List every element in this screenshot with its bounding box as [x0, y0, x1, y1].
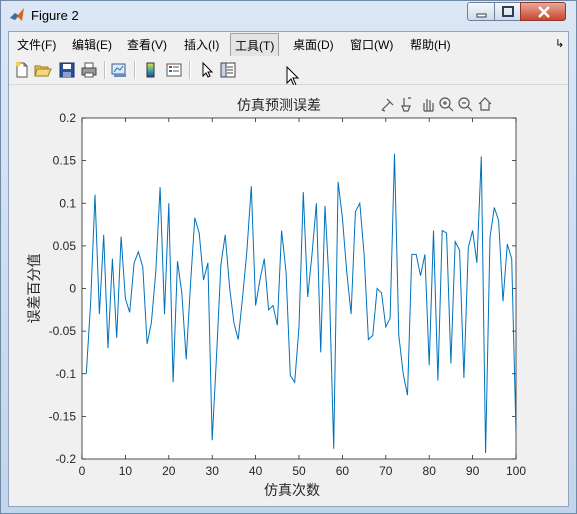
open-file-icon[interactable]	[34, 61, 52, 79]
y-tick-label: -0.05	[49, 324, 77, 338]
x-tick-label: 80	[423, 464, 437, 478]
toolbar-separator	[189, 61, 191, 79]
edit-plot-arrow-icon[interactable]	[198, 61, 216, 79]
menu-desktop[interactable]: 桌面(D)	[291, 36, 336, 53]
x-tick-label: 50	[292, 464, 306, 478]
x-tick-label: 10	[119, 464, 133, 478]
minimize-button[interactable]	[467, 2, 495, 21]
menu-help[interactable]: 帮助(H)	[408, 36, 453, 53]
minimize-icon	[476, 13, 487, 18]
x-tick-label: 60	[336, 464, 350, 478]
figure-client-area: 文件(F) 编辑(E) 查看(V) 插入(I) 工具(T) 桌面(D) 窗口(W…	[8, 31, 569, 507]
x-tick-label: 30	[206, 464, 220, 478]
close-icon	[538, 6, 550, 18]
zoom-out-icon[interactable]	[458, 97, 473, 112]
menu-edit[interactable]: 编辑(E)	[70, 36, 114, 53]
y-tick-label: 0.05	[53, 239, 77, 253]
new-figure-icon[interactable]	[13, 61, 31, 79]
brush-icon[interactable]	[381, 98, 394, 112]
x-tick-label: 20	[162, 464, 176, 478]
title-bar[interactable]: Figure 2	[1, 1, 576, 31]
save-icon[interactable]	[58, 61, 76, 79]
property-inspector-icon[interactable]	[219, 61, 237, 79]
link-plot-icon[interactable]	[110, 61, 128, 79]
x-tick-label: 90	[466, 464, 480, 478]
y-tick-label: 0	[69, 282, 76, 296]
x-axis-label: 仿真次数	[264, 483, 320, 499]
data-cursor-icon[interactable]	[401, 97, 411, 112]
print-icon[interactable]	[80, 61, 98, 79]
y-tick-label: 0.1	[59, 196, 76, 210]
y-tick-label: 0.15	[53, 154, 77, 168]
menu-tools[interactable]: 工具(T)	[230, 33, 280, 58]
menu-file[interactable]: 文件(F)	[15, 36, 58, 53]
y-tick-label: -0.15	[49, 409, 77, 423]
pan-icon[interactable]	[423, 99, 434, 112]
figure-window: Figure 2 文件(F) 编辑(E) 查看(V) 插入(I) 工具(T) 桌…	[0, 0, 577, 514]
x-tick-label: 40	[249, 464, 263, 478]
toolbar-separator	[104, 61, 106, 79]
axes-box[interactable]	[81, 117, 517, 460]
menu-window[interactable]: 窗口(W)	[348, 36, 395, 53]
window-title: Figure 2	[31, 8, 79, 23]
menu-insert[interactable]: 插入(I)	[182, 36, 221, 53]
figure-canvas: 0 10 20 30 40 50 60 70 80 90 100 -0.2 -0.15 -0.1 -0.05…	[9, 85, 568, 506]
colorbar-icon[interactable]	[142, 61, 160, 79]
legend-icon[interactable]	[165, 61, 183, 79]
toolbar-separator	[134, 61, 136, 79]
zoom-in-icon[interactable]	[439, 97, 454, 112]
x-tick-label: 0	[79, 464, 86, 478]
menu-bar: 文件(F) 编辑(E) 查看(V) 插入(I) 工具(T) 桌面(D) 窗口(W…	[9, 32, 568, 58]
y-tick-label: -0.1	[55, 367, 76, 381]
y-axis-label: 误差百分值	[27, 254, 43, 324]
menu-view[interactable]: 查看(V)	[125, 36, 169, 53]
menu-overflow-arrow-icon[interactable]: ↳	[555, 37, 564, 50]
y-tick-label: -0.2	[55, 452, 76, 466]
maximize-icon	[502, 6, 514, 17]
chart-title: 仿真预测误差	[237, 98, 321, 114]
matlab-logo-icon	[10, 8, 24, 21]
y-tick-label: 0.2	[59, 111, 76, 125]
line-plot[interactable]: 0 10 20 30 40 50 60 70 80 90 100 -0.2 -0.15 -0.1 -0.05…	[9, 85, 568, 506]
maximize-button[interactable]	[494, 2, 521, 21]
home-icon[interactable]	[478, 97, 492, 111]
close-button[interactable]	[520, 2, 566, 21]
x-tick-label: 70	[379, 464, 393, 478]
x-tick-label: 100	[506, 464, 526, 478]
